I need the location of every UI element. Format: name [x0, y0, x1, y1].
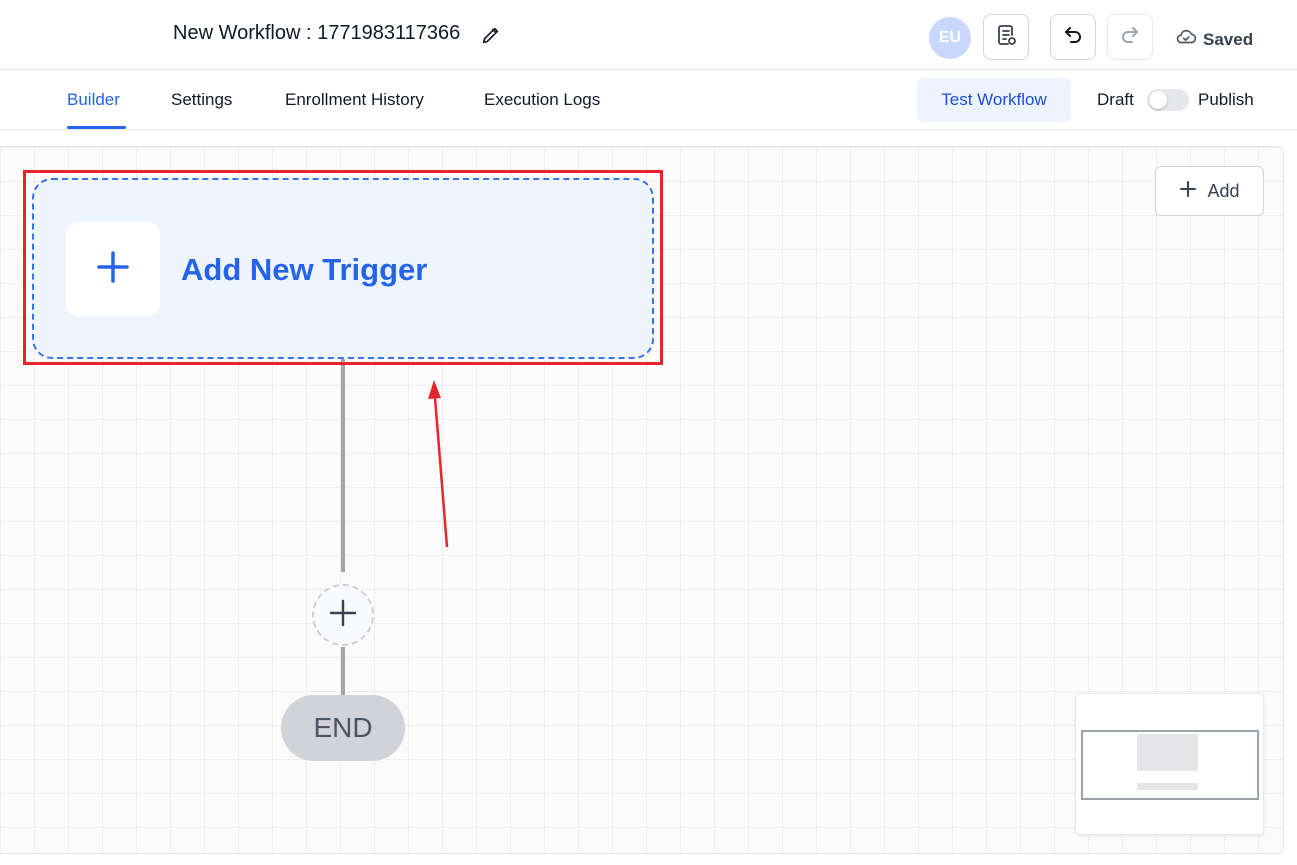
add-step-button[interactable] — [312, 584, 374, 646]
save-status-label: Saved — [1203, 29, 1254, 49]
redo-button[interactable] — [1107, 14, 1153, 60]
connector-line — [341, 359, 345, 572]
undo-button[interactable] — [1050, 14, 1096, 60]
tab-enrollment-history[interactable]: Enrollment History — [285, 90, 424, 110]
plus-icon — [95, 249, 131, 290]
notes-button[interactable] — [983, 14, 1029, 60]
pencil-icon[interactable] — [480, 24, 502, 46]
publish-toggle[interactable] — [1147, 89, 1189, 111]
add-new-trigger-card[interactable]: Add New Trigger — [32, 178, 654, 359]
publish-label: Publish — [1198, 90, 1254, 109]
cloud-check-icon — [1175, 26, 1197, 53]
undo-icon — [1061, 23, 1085, 52]
avatar[interactable]: EU — [929, 17, 971, 59]
minimap-trigger-node — [1137, 734, 1198, 771]
add-new-trigger-label: Add New Trigger — [181, 252, 428, 287]
tab-settings[interactable]: Settings — [171, 90, 232, 110]
notes-icon — [994, 23, 1018, 52]
minimap[interactable] — [1075, 693, 1264, 835]
tab-execution-logs[interactable]: Execution Logs — [484, 90, 600, 110]
trigger-plus-tile — [66, 222, 160, 316]
workflow-canvas[interactable]: Add Add New Trigger END — [0, 146, 1284, 854]
save-status: Saved — [1175, 26, 1253, 53]
plus-icon — [328, 598, 358, 633]
add-button-label: Add — [1207, 180, 1240, 201]
active-tab-indicator — [67, 126, 126, 129]
connector-line — [341, 647, 345, 695]
plus-icon — [1179, 180, 1197, 203]
add-button[interactable]: Add — [1155, 166, 1264, 216]
end-node: END — [281, 695, 405, 761]
workflow-title: New Workflow : 1771983117366 — [173, 22, 461, 44]
tabs-bar: Builder Settings Enrollment History Exec… — [0, 70, 1297, 130]
tab-builder[interactable]: Builder — [67, 90, 120, 110]
app-header: New Workflow : 1771983117366 EU Saved — [0, 0, 1297, 70]
redo-icon — [1118, 23, 1142, 52]
test-workflow-button[interactable]: Test Workflow — [917, 78, 1071, 122]
draft-label: Draft — [1097, 90, 1134, 109]
minimap-end-node — [1137, 783, 1198, 790]
toggle-knob — [1149, 91, 1167, 109]
